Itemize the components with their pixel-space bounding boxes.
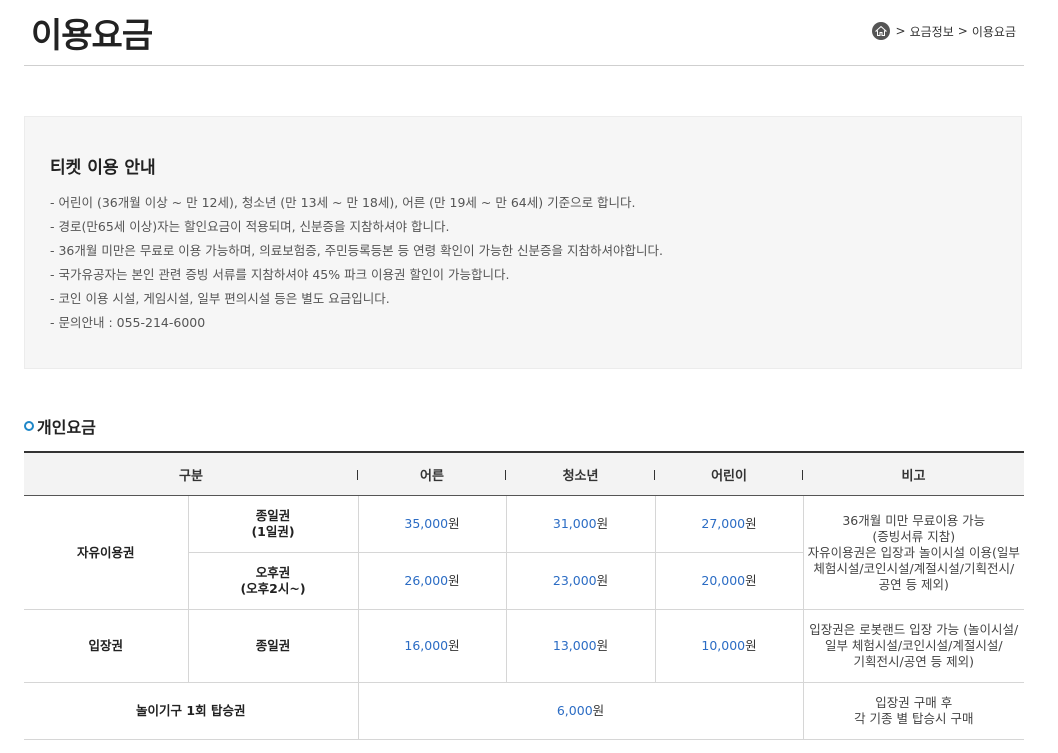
- header-divider: [24, 65, 1024, 66]
- notice-item: - 문의안내 : 055-214-6000: [50, 315, 206, 330]
- ticket-type-full-day: 종일권 (1일권): [187, 495, 359, 553]
- breadcrumb-separator: >: [957, 24, 968, 38]
- price-unit: 원: [745, 638, 757, 653]
- note-line: 입장권은 로봇랜드 입장 가능 (놀이시설/: [809, 622, 1019, 637]
- price-value: 23,000: [552, 573, 597, 588]
- ticket-type-line: (1일권): [251, 524, 295, 539]
- note-line: 36개월 미만 무료이용 가능: [842, 512, 986, 528]
- breadcrumb-separator: >: [895, 24, 906, 38]
- notice-item: - 국가유공자는 본인 관련 증빙 서류를 지참하셔야 45% 파크 이용권 할…: [50, 267, 510, 282]
- note-line: 체험시설/코인시설/계절시설/기획전시/: [813, 560, 1015, 576]
- price-cell: 35,000원: [357, 495, 507, 553]
- ticket-type-afternoon: 오후권 (오후2시~): [188, 552, 359, 610]
- price-unit: 원: [448, 573, 460, 588]
- price-table: 구분 어른 청소년 어린이 비고 자유이용권 종일권 (1일권) 35,000원…: [24, 451, 1025, 740]
- table-row: 놀이기구 1회 탑승권 6,000원 입장권 구매 후 각 기종 별 탑승시 구…: [24, 682, 1025, 740]
- ticket-type-line: 오후권: [255, 565, 291, 580]
- note-line: 공연 등 제외): [878, 576, 949, 592]
- price-value: 26,000: [404, 573, 449, 588]
- notice-item: - 코인 이용 시설, 게임시설, 일부 편의시설 등은 별도 요금입니다.: [50, 291, 390, 306]
- price-unit: 원: [448, 638, 460, 653]
- notice-title: 티켓 이용 안내: [50, 158, 156, 178]
- note-line: 기획전시/공연 등 제외): [853, 654, 975, 669]
- price-unit: 원: [596, 638, 609, 653]
- note-line: (증빙서류 지참): [872, 528, 956, 544]
- note-line: 일부 체험시설/코인시설/계절시설/: [824, 638, 1003, 653]
- note-cell-free-pass: 36개월 미만 무료이용 가능 (증빙서류 지참) 자유이용권은 입장과 놀이시…: [802, 495, 1025, 610]
- header-child: 어린이: [655, 451, 804, 496]
- price-cell: 23,000원: [505, 552, 656, 610]
- price-unit: 원: [596, 516, 609, 531]
- header-note: 비고: [803, 451, 1025, 496]
- price-cell: 31,000원: [505, 495, 656, 553]
- notice-item: - 36개월 미만은 무료로 이용 가능하며, 의료보험증, 주민등록등본 등 …: [50, 243, 663, 258]
- price-unit: 원: [596, 573, 609, 588]
- price-value: 35,000: [404, 516, 449, 531]
- header-youth: 청소년: [506, 451, 656, 496]
- price-value: 31,000: [552, 516, 597, 531]
- price-value: 20,000: [701, 573, 746, 588]
- note-line: 자유이용권은 입장과 놀이시설 이용(일부: [807, 544, 1020, 560]
- price-value: 10,000: [701, 638, 746, 653]
- price-value: 13,000: [552, 638, 597, 653]
- notice-item: - 경로(만65세 이상)자는 할인요금이 적용되며, 신분증을 지참하셔야 합…: [50, 219, 450, 234]
- row-label-ride-ticket: 놀이기구 1회 탑승권: [24, 682, 359, 740]
- note-cell-admission: 입장권은 로봇랜드 입장 가능 (놀이시설/ 일부 체험시설/코인시설/계절시설…: [802, 609, 1025, 683]
- home-icon[interactable]: [871, 22, 890, 40]
- notice-list: - 어린이 (36개월 이상 ~ 만 12세), 청소년 (만 13세 ~ 만 …: [50, 194, 663, 338]
- ticket-notice-box: 티켓 이용 안내 - 어린이 (36개월 이상 ~ 만 12세), 청소년 (만…: [24, 116, 1022, 369]
- section-title: 개인요금: [37, 418, 96, 437]
- price-unit: 원: [448, 516, 460, 531]
- ticket-type-line: (오후2시~): [240, 581, 306, 596]
- table-row: 자유이용권 종일권 (1일권) 35,000원 31,000원 27,000원 …: [24, 495, 1025, 610]
- table-header-row: 구분 어른 청소년 어린이 비고: [24, 451, 1025, 496]
- price-cell: 26,000원: [357, 552, 507, 610]
- row-label-free-pass: 자유이용권: [24, 495, 189, 610]
- price-cell: 27,000원: [654, 495, 804, 553]
- note-line: 입장권 구매 후: [875, 695, 953, 710]
- note-line: 각 기종 별 탑승시 구매: [854, 711, 974, 726]
- price-value: 6,000: [556, 703, 593, 718]
- price-unit: 원: [592, 703, 605, 718]
- price-cell: 20,000원: [654, 552, 804, 610]
- note-cell-ride: 입장권 구매 후 각 기종 별 탑승시 구매: [802, 682, 1025, 740]
- price-cell: 10,000원: [654, 609, 804, 683]
- notice-item: - 어린이 (36개월 이상 ~ 만 12세), 청소년 (만 13세 ~ 만 …: [50, 195, 636, 210]
- price-value: 27,000: [701, 516, 746, 531]
- header-adult: 어른: [358, 451, 507, 496]
- breadcrumb: > 요금정보 > 이용요금: [871, 22, 1016, 40]
- price-cell: 6,000원: [357, 682, 804, 740]
- price-unit: 원: [745, 516, 757, 531]
- circle-bullet-icon: [24, 421, 34, 431]
- price-value: 16,000: [404, 638, 449, 653]
- ticket-type-line: 종일권: [255, 508, 291, 523]
- header-category: 구분: [24, 451, 359, 496]
- price-unit: 원: [745, 573, 757, 588]
- page-title: 이용요금: [31, 16, 153, 56]
- section-heading: 개인요금: [24, 414, 96, 438]
- ticket-type-full-day: 종일권: [187, 609, 359, 683]
- price-cell: 16,000원: [357, 609, 507, 683]
- row-label-admission: 입장권: [24, 609, 189, 683]
- price-cell: 13,000원: [505, 609, 656, 683]
- breadcrumb-item-current[interactable]: 이용요금: [972, 23, 1016, 40]
- breadcrumb-item-price-info[interactable]: 요금정보: [910, 23, 954, 40]
- table-row: 입장권 종일권 16,000원 13,000원 10,000원 입장권은 로봇랜…: [24, 609, 1025, 683]
